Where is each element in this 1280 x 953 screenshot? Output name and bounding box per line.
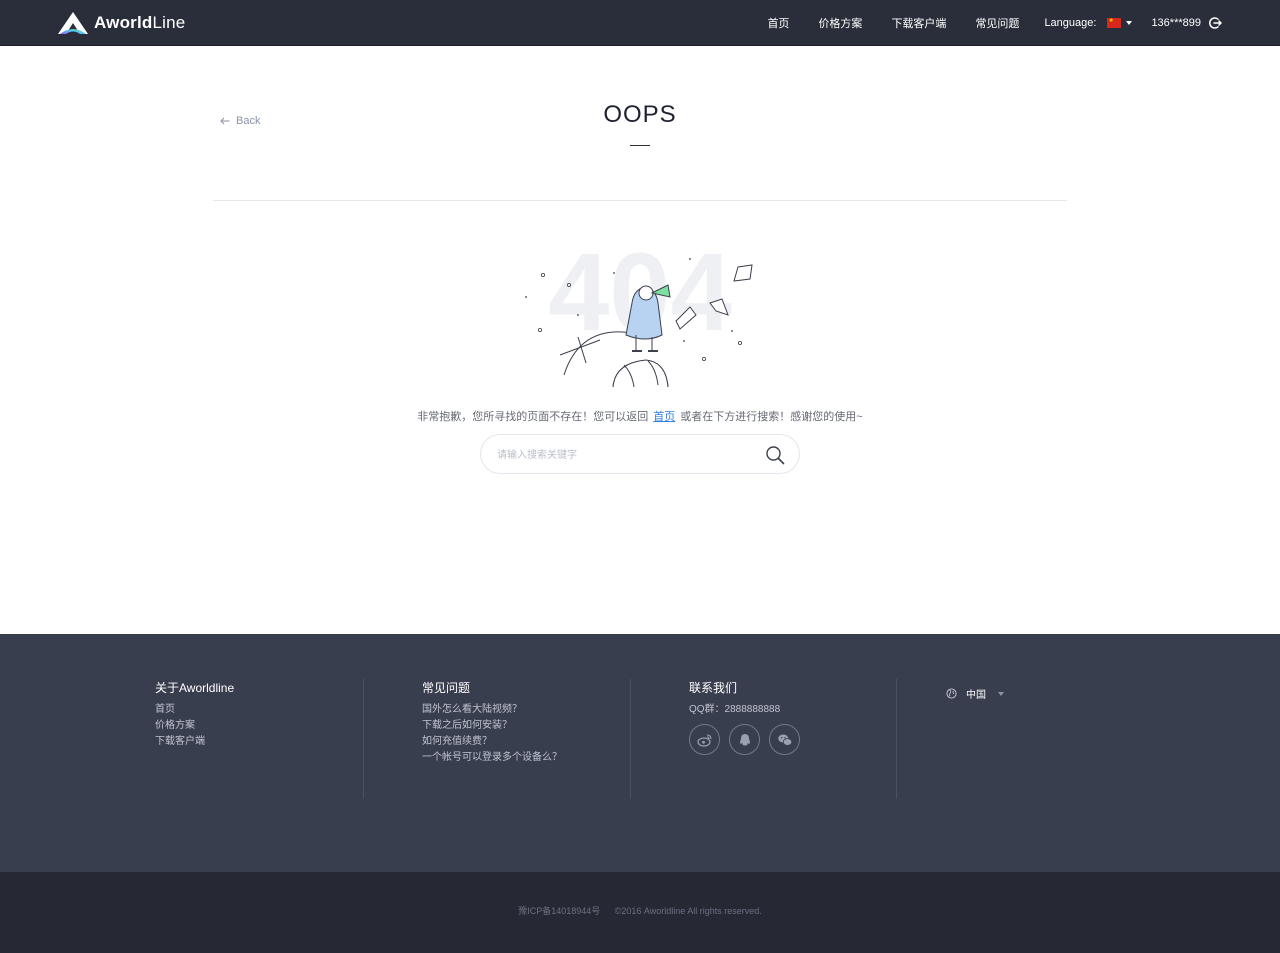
globe-icon xyxy=(946,688,957,699)
footer-separator xyxy=(896,679,897,799)
footer-faq-item[interactable]: 下载之后如何安装？ xyxy=(422,718,562,734)
region-label: 中国 xyxy=(966,690,986,701)
nav-home[interactable]: 首页 xyxy=(767,15,789,31)
title-underline xyxy=(630,145,650,146)
footer-faq-item[interactable]: 一个帐号可以登录多个设备么？ xyxy=(422,750,562,766)
region-selector[interactable]: 中国 xyxy=(946,686,1004,701)
footer-link-home[interactable]: 首页 xyxy=(155,702,234,718)
qq-button[interactable] xyxy=(729,724,760,755)
copyright-text: 豫ICP备14018944号 ©2016 Aworldline All righ… xyxy=(0,904,1280,917)
footer-qq-group: QQ群：2888888888 xyxy=(689,704,781,715)
logout-icon[interactable] xyxy=(1208,16,1222,30)
language-label: Language: xyxy=(1044,17,1097,29)
home-link[interactable]: 首页 xyxy=(653,411,675,423)
section-divider xyxy=(213,200,1067,201)
message-before: 非常抱歉，您所寻找的页面不存在！您可以返回 xyxy=(417,411,649,423)
nav-faq[interactable]: 常见问题 xyxy=(975,15,1019,31)
search-icon[interactable] xyxy=(765,445,785,465)
footer-contact: 联系我们 QQ群：2888888888 xyxy=(689,679,809,799)
top-navigation-bar: AworldLine 首页 价格方案 下载客户端 常见问题 Language: … xyxy=(0,0,1280,46)
icp-number: 豫ICP备14018944号 xyxy=(518,906,601,916)
footer-faq-title: 常见问题 xyxy=(422,681,471,695)
footer-faq: 常见问题 国外怎么看大陆视频？ 下载之后如何安装？ 如何充值续费？ 一个帐号可以… xyxy=(422,679,562,799)
china-flag-icon xyxy=(1107,17,1122,28)
nav-download[interactable]: 下载客户端 xyxy=(891,15,946,31)
chevron-down-icon xyxy=(1126,21,1133,25)
message-after: 或者在下方进行搜索！感谢您的使用~ xyxy=(680,411,863,423)
search-input[interactable] xyxy=(497,445,747,465)
site-footer: 关于Aworldline 首页 价格方案 下载客户端 常见问题 国外怎么看大陆视… xyxy=(0,634,1280,872)
search-box xyxy=(480,434,800,474)
main-nav: 首页 价格方案 下载客户端 常见问题 Language: 136***899 xyxy=(767,0,1222,46)
user-phone: 136***899 xyxy=(1151,17,1201,29)
social-links xyxy=(689,724,809,755)
qq-icon xyxy=(739,733,750,745)
copyright-notice: ©2016 Aworldline All rights reserved. xyxy=(614,906,762,916)
footer-link-download[interactable]: 下载客户端 xyxy=(155,734,234,750)
footer-link-pricing[interactable]: 价格方案 xyxy=(155,718,234,734)
footer-contact-title: 联系我们 xyxy=(689,681,738,695)
footer-faq-item[interactable]: 如何充值续费？ xyxy=(422,734,562,750)
brand-name: AworldLine xyxy=(94,13,186,32)
user-account[interactable]: 136***899 xyxy=(1151,16,1222,30)
error-message: 非常抱歉，您所寻找的页面不存在！您可以返回 首页 或者在下方进行搜索！感谢您的使用~ xyxy=(0,408,1280,424)
copyright-bar: 豫ICP备14018944号 ©2016 Aworldline All righ… xyxy=(0,872,1280,953)
page-title: OOPS xyxy=(603,101,677,128)
weibo-icon xyxy=(696,733,712,747)
footer-separator xyxy=(363,679,364,799)
footer-faq-item[interactable]: 国外怎么看大陆视频？ xyxy=(422,702,562,718)
chevron-down-icon xyxy=(998,691,1004,696)
nav-pricing[interactable]: 价格方案 xyxy=(818,15,862,31)
footer-separator xyxy=(630,679,631,799)
wechat-icon xyxy=(777,734,792,746)
footer-about-title: 关于Aworldline xyxy=(155,681,235,695)
logo-icon xyxy=(58,12,88,34)
weibo-button[interactable] xyxy=(689,724,720,755)
language-selector[interactable]: Language: xyxy=(1044,17,1133,29)
404-illustration: 404 xyxy=(525,245,753,388)
wechat-button[interactable] xyxy=(769,724,800,755)
footer-about: 关于Aworldline 首页 价格方案 下载客户端 xyxy=(155,679,234,799)
brand-logo[interactable]: AworldLine xyxy=(57,11,185,35)
